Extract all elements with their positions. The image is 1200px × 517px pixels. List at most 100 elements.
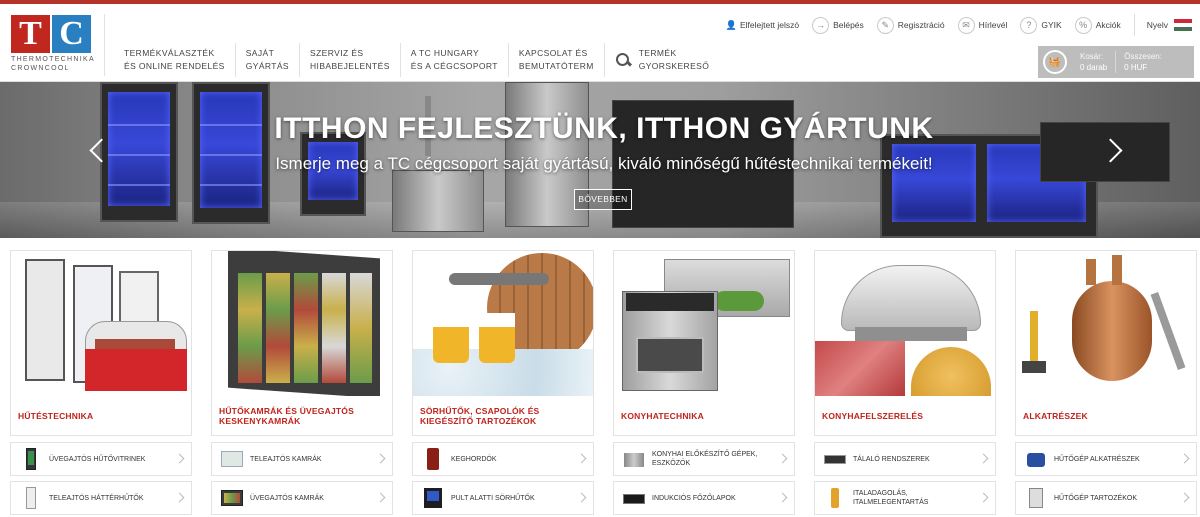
main-nav: TERMÉKVÁLASZTÉK ÉS ONLINE RENDELÉS SAJÁT G… — [114, 40, 719, 80]
logo-line-crowncool: CROWNCOOL — [11, 65, 70, 72]
cart-count-block: Kosár: 0 darab — [1072, 51, 1115, 73]
category-spare-parts: ALKATRÉSZEK HŰTŐGÉP ALKATRÉSZEK HŰTŐGÉP … — [1015, 250, 1197, 515]
login-link[interactable]: → Belépés — [812, 16, 864, 34]
subcategory-link[interactable]: ÜVEGAJTÓS HŰTŐVITRINEK — [10, 442, 192, 476]
login-label: Belépés — [833, 20, 864, 30]
induction-hob-thumbnail — [622, 486, 646, 510]
subcategory-label: HŰTŐGÉP TARTOZÉKOK — [1054, 494, 1137, 502]
category-title: HŰTŐKAMRÁK ÉS ÜVEGAJTÓS KESKENYKAMRÁK — [219, 405, 354, 426]
hero-subtitle: Ismerje meg a TC cégcsoport saját gyártá… — [275, 154, 933, 173]
subcategory-link[interactable]: ITALADAGOLÁS, ITALMELEGENTARTÁS — [814, 481, 996, 515]
subcategory-link[interactable]: HŰTŐGÉP TARTOZÉKOK — [1015, 481, 1197, 515]
newsletter-icon: ✉ — [957, 16, 975, 34]
solid-door-fridge-thumbnail — [19, 486, 43, 510]
subcategory-label: ÜVEGAJTÓS HŰTŐVITRINEK — [49, 455, 146, 463]
login-arrow-icon: → — [812, 16, 830, 34]
register-icon: ✎ — [876, 16, 894, 34]
category-card[interactable]: KONYHAFELSZERELÉS — [814, 250, 996, 436]
category-title: HŰTÉSTECHNIKA — [18, 410, 94, 421]
subcategory-link[interactable]: PULT ALATTI SÖRHŰTŐK — [412, 481, 594, 515]
subcategory-label: KONYHAI ELŐKÉSZÍTŐ GÉPEK, ESZKÖZÖK — [652, 451, 758, 467]
subcategory-label: INDUKCIÓS FŐZŐLAPOK — [652, 494, 736, 502]
category-refrigeration: HŰTÉSTECHNIKA ÜVEGAJTÓS HŰTŐVITRINEK TEL… — [10, 250, 192, 515]
subcategory-link[interactable]: HŰTŐGÉP ALKATRÉSZEK — [1015, 442, 1197, 476]
subcategory-label: ITALADAGOLÁS, ITALMELEGENTARTÁS — [853, 490, 929, 506]
user-icon: 👤 — [725, 19, 737, 30]
hungary-flag-icon — [1174, 19, 1192, 31]
forgot-password-link[interactable]: 👤 Elfelejtett jelszó — [726, 20, 799, 31]
kitchen-equipment-category-image — [815, 251, 995, 396]
serving-system-thumbnail — [823, 447, 847, 471]
newsletter-link[interactable]: ✉ Hírlevél — [957, 16, 1008, 34]
nav-product-range[interactable]: TERMÉKVÁLASZTÉK ÉS ONLINE RENDELÉS — [114, 43, 236, 77]
hero-beer-cooler-image — [392, 170, 484, 232]
category-title: KONYHATECHNIKA — [621, 410, 704, 421]
logo-line-thermotechnika: THERMOTECHNIKA — [11, 56, 95, 63]
accessory-thumbnail — [1024, 486, 1048, 510]
nav-service[interactable]: SZERVIZ ÉS HIBABEJELENTÉS — [300, 43, 401, 77]
refrigeration-category-image — [11, 251, 191, 396]
kitchen-technology-category-image — [614, 251, 794, 396]
nav-contact[interactable]: KAPCSOLAT ÉS BEMUTATÓTERM — [509, 43, 605, 77]
spare-parts-category-image — [1016, 251, 1196, 396]
tc-logo[interactable]: T C THERMOTECHNIKA CROWNCOOL — [11, 15, 95, 77]
subcategory-label: TÁLALÓ RENDSZEREK — [853, 455, 930, 463]
nav-service-line1: SZERVIZ ÉS — [310, 48, 364, 58]
cart-widget[interactable]: 🧺 Kosár: 0 darab Összesen: 0 HUF — [1038, 46, 1194, 78]
register-link[interactable]: ✎ Regisztráció — [876, 16, 945, 34]
subcategory-label: ÜVEGAJTÓS KAMRÁK — [250, 494, 324, 502]
category-card[interactable]: KONYHATECHNIKA — [613, 250, 795, 436]
logo-letter-t: T — [11, 15, 50, 53]
nav-contact-line1: KAPCSOLAT ÉS — [518, 48, 588, 58]
subcategory-link[interactable]: TÁLALÓ RENDSZEREK — [814, 442, 996, 476]
hero-fridge-2-image — [192, 82, 270, 224]
category-title: SÖRHŰTŐK, CSAPOLÓK ÉS KIEGÉSZÍTŐ TARTOZÉ… — [420, 405, 540, 426]
subcategory-label: PULT ALATTI SÖRHŰTŐK — [451, 494, 535, 502]
subcategory-link[interactable]: ÜVEGAJTÓS KAMRÁK — [211, 481, 393, 515]
category-title: ALKATRÉSZEK — [1023, 410, 1088, 421]
search-icon — [615, 52, 631, 68]
nav-own-production[interactable]: SAJÁT GYÁRTÁS — [236, 43, 301, 77]
category-cold-rooms: HŰTŐKAMRÁK ÉS ÜVEGAJTÓS KESKENYKAMRÁK TE… — [211, 250, 393, 515]
cart-total-label: Összesen: — [1124, 52, 1162, 61]
category-card[interactable]: ALKATRÉSZEK — [1015, 250, 1197, 436]
subcategory-link[interactable]: KONYHAI ELŐKÉSZÍTŐ GÉPEK, ESZKÖZÖK — [613, 442, 795, 476]
cart-total-value: 0 HUF — [1124, 63, 1148, 72]
nav-about-line1: A TC HUNGARY — [410, 48, 480, 58]
cart-value: 0 darab — [1080, 63, 1108, 72]
language-selector[interactable]: Nyelv — [1147, 19, 1200, 31]
category-beer-coolers: SÖRHŰTŐK, CSAPOLÓK ÉS KIEGÉSZÍTŐ TARTOZÉ… — [412, 250, 594, 515]
subcategory-label: TELEAJTÓS HÁTTÉRHŰTŐK — [49, 494, 144, 502]
nav-product-search[interactable]: TERMÉK GYORSKERESŐ — [605, 43, 720, 77]
language-label: Nyelv — [1146, 20, 1168, 30]
category-grid: HŰTÉSTECHNIKA ÜVEGAJTÓS HŰTŐVITRINEK TEL… — [10, 250, 1197, 517]
subcategory-link[interactable]: TELEAJTÓS HÁTTÉRHŰTŐK — [10, 481, 192, 515]
category-kitchen-equipment: KONYHAFELSZERELÉS TÁLALÓ RENDSZEREK ITAL… — [814, 250, 996, 515]
category-card[interactable]: SÖRHŰTŐK, CSAPOLÓK ÉS KIEGÉSZÍTŐ TARTOZÉ… — [412, 250, 594, 436]
nav-about-line2: ÉS A CÉGCSOPORT — [410, 61, 498, 71]
newsletter-label: Hírlevél — [978, 20, 1008, 30]
subcategory-link[interactable]: INDUKCIÓS FŐZŐLAPOK — [613, 481, 795, 515]
subcategory-label: HŰTŐGÉP ALKATRÉSZEK — [1054, 455, 1140, 463]
subcategory-link[interactable]: TELEAJTÓS KAMRÁK — [211, 442, 393, 476]
solid-door-room-thumbnail — [220, 447, 244, 471]
cold-rooms-category-image — [212, 251, 392, 396]
nav-product-range-line2: ÉS ONLINE RENDELÉS — [124, 61, 225, 71]
promotions-link[interactable]: % Akciók — [1074, 16, 1121, 34]
faq-link[interactable]: ? GYIK — [1020, 16, 1062, 34]
category-card[interactable]: HŰTŐKAMRÁK ÉS ÜVEGAJTÓS KESKENYKAMRÁK — [211, 250, 393, 436]
hero-banner: ITTHON FEJLESZTÜNK, ITTHON GYÁRTUNK Isme… — [0, 82, 1200, 238]
hero-more-button[interactable]: BŐVEBBEN — [574, 189, 632, 210]
subcategory-link[interactable]: KEGHORDÓK — [412, 442, 594, 476]
nav-product-range-line1: TERMÉKVÁLASZTÉK — [124, 48, 215, 58]
nav-search-line1: TERMÉK — [638, 48, 677, 58]
faq-icon: ? — [1020, 16, 1038, 34]
drink-dispenser-thumbnail — [823, 486, 847, 510]
nav-about[interactable]: A TC HUNGARY ÉS A CÉGCSOPORT — [401, 43, 509, 77]
glass-door-fridge-thumbnail — [19, 447, 43, 471]
keg-thumbnail — [421, 447, 445, 471]
category-card[interactable]: HŰTÉSTECHNIKA — [10, 250, 192, 436]
under-counter-cooler-thumbnail — [421, 486, 445, 510]
nav-own-production-line1: SAJÁT — [245, 48, 275, 58]
compressor-part-thumbnail — [1024, 447, 1048, 471]
